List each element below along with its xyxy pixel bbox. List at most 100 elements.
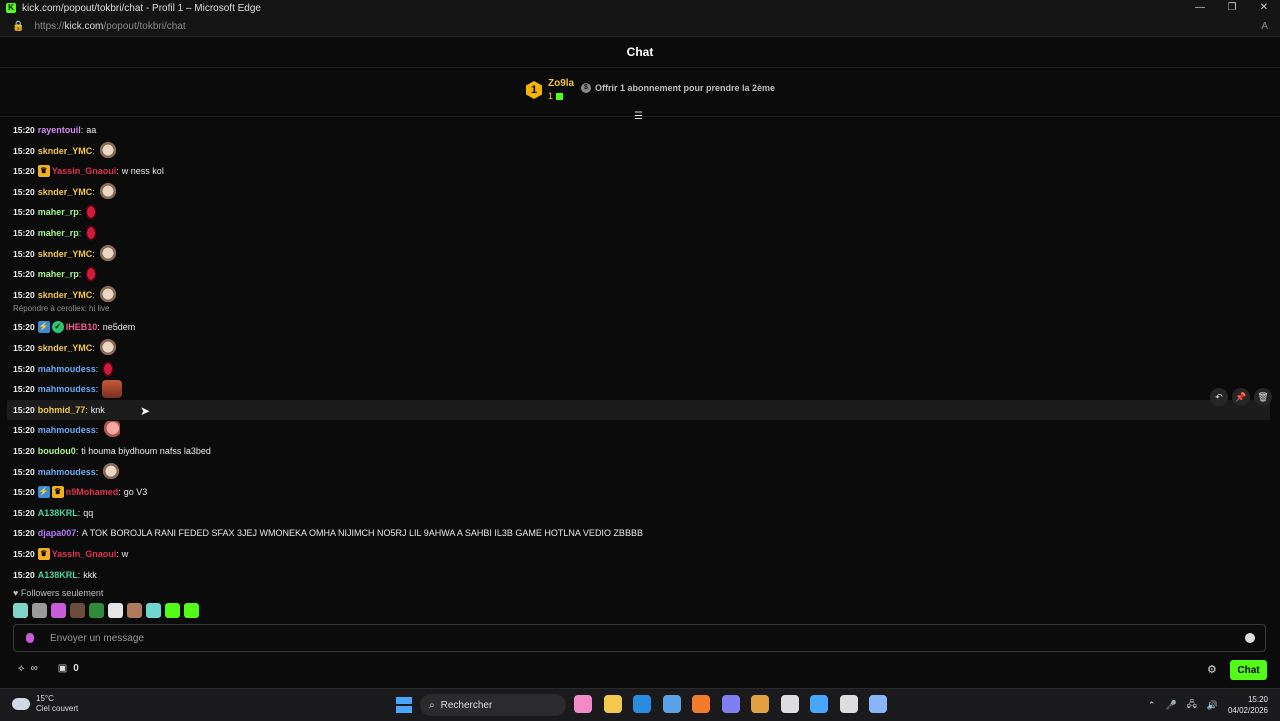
- taskbar-app-icon[interactable]: [574, 695, 592, 713]
- taskbar-app-icon[interactable]: [751, 695, 769, 713]
- recent-emote-icon[interactable]: [184, 603, 199, 618]
- message-username[interactable]: A138KRL: [38, 508, 78, 518]
- chevron-up-icon[interactable]: ⌃: [1148, 700, 1156, 711]
- message-username[interactable]: bohmid_77: [38, 405, 86, 415]
- chat-message[interactable]: 15:20 sknder_YMC:: [0, 141, 1270, 161]
- blue-badge-icon[interactable]: ⚡: [37, 321, 50, 334]
- chat-message[interactable]: 15:20 ♛ Yassin_Gnaoui: w ness kol: [0, 161, 1270, 181]
- message-username[interactable]: n9Mohamed: [66, 487, 119, 497]
- cat-emote-icon[interactable]: [102, 462, 121, 481]
- lock-icon[interactable]: 🔒: [12, 21, 24, 32]
- message-username[interactable]: sknder_YMC: [38, 146, 93, 156]
- recent-emote-icon[interactable]: [89, 603, 104, 618]
- chat-input-box[interactable]: [13, 624, 1266, 652]
- chat-message[interactable]: 15:20 mahmoudess:: [0, 462, 1270, 482]
- system-clock[interactable]: 15:20 04/02/2026: [1228, 694, 1268, 716]
- reply-icon[interactable]: ↶: [1210, 388, 1228, 406]
- microphone-icon[interactable]: [26, 633, 34, 643]
- blue-badge-icon[interactable]: ⚡: [37, 486, 50, 499]
- red-emote-icon[interactable]: [85, 224, 98, 242]
- message-username[interactable]: IHEB10: [66, 322, 98, 332]
- chat-message[interactable]: 15:20 boudou0: ti houma biydhoum nafss la3…: [0, 441, 1270, 461]
- cat-emote-icon[interactable]: [98, 141, 117, 160]
- windows-start-icon[interactable]: [396, 697, 412, 713]
- recent-emote-icon[interactable]: [51, 603, 66, 618]
- read-aloud-icon[interactable]: A: [1261, 21, 1268, 32]
- send-chat-button[interactable]: Chat: [1230, 660, 1267, 680]
- message-username[interactable]: sknder_YMC: [38, 290, 93, 300]
- verified-badge-icon[interactable]: ✓: [51, 321, 64, 334]
- taskbar-app-icon[interactable]: [662, 695, 681, 713]
- red-emote-icon[interactable]: [102, 359, 115, 378]
- message-username[interactable]: maher_rp: [38, 228, 79, 238]
- chat-message[interactable]: 15:20 maher_rp:: [0, 264, 1270, 284]
- top-gifter-name[interactable]: Zo9la: [548, 78, 574, 90]
- taskbar-app-icon[interactable]: [839, 695, 858, 713]
- chat-message[interactable]: 15:20 ⚡ ✓ IHEB10: ne5dem: [0, 317, 1270, 337]
- channel-points-icon[interactable]: ⟡: [18, 663, 25, 674]
- message-username[interactable]: mahmoudess: [38, 425, 96, 435]
- taskbar-app-icon[interactable]: [721, 695, 740, 713]
- chat-message[interactable]: 15:20 mahmoudess:: [0, 359, 1270, 379]
- chat-messages[interactable]: 15:20 rayentouil: aa 15:20 sknder_YMC:15:20 ♛…: [0, 118, 1280, 588]
- crown-badge-icon[interactable]: ♛: [37, 548, 50, 560]
- microphone-tray-icon[interactable]: 🎤: [1165, 700, 1176, 711]
- chat-message[interactable]: 15:20 bohmid_77: knk: [7, 399, 1270, 420]
- message-username[interactable]: djapa007: [38, 528, 77, 538]
- taskbar-app-icon[interactable]: [869, 695, 887, 713]
- chat-message[interactable]: 15:20 maher_rp:: [0, 223, 1270, 243]
- red-emote-icon[interactable]: [85, 265, 98, 284]
- chat-message[interactable]: 15:20 ⚡ ♛ n9Mohamed: go V3: [0, 482, 1270, 502]
- chat-message[interactable]: 15:20 maher_rp:: [0, 202, 1270, 222]
- chat-message[interactable]: 15:20 sknder_YMC:: [0, 182, 1270, 202]
- message-input[interactable]: [48, 631, 1245, 645]
- message-username[interactable]: sknder_YMC: [38, 249, 93, 259]
- url-text[interactable]: https://kick.com/popout/tokbri/chat: [34, 21, 185, 32]
- reply-reference[interactable]: Répondre à cerollex: hi live: [13, 304, 110, 313]
- minimize-button[interactable]: —: [1184, 0, 1216, 16]
- recent-emote-icon[interactable]: [127, 603, 142, 618]
- message-username[interactable]: mahmoudess: [38, 384, 96, 394]
- message-username[interactable]: mahmoudess: [38, 364, 96, 374]
- taskbar-app-icon[interactable]: [692, 695, 710, 713]
- recent-emote-icon[interactable]: [32, 603, 47, 618]
- emoji-picker-icon[interactable]: [1245, 633, 1255, 643]
- message-username[interactable]: A138KRL: [38, 570, 78, 580]
- message-username[interactable]: Yassin_Gnaoui: [52, 549, 117, 559]
- message-username[interactable]: mahmoudess: [38, 467, 96, 477]
- red-emote-icon[interactable]: [85, 203, 98, 222]
- message-username[interactable]: Yassin_Gnaoui: [52, 166, 117, 176]
- chat-message[interactable]: 15:20 A138KRL: kkk: [0, 565, 1270, 585]
- crown-badge-icon[interactable]: ♛: [37, 165, 50, 178]
- weather-widget[interactable]: 15°C Ciel couvert: [12, 694, 78, 714]
- close-window-button[interactable]: ✕: [1248, 0, 1280, 16]
- taskbar-app-icon[interactable]: [633, 695, 651, 713]
- cat-emote-icon[interactable]: [98, 244, 117, 263]
- address-bar[interactable]: 🔒 https://kick.com/popout/tokbri/chat A: [0, 16, 1280, 37]
- chat-message[interactable]: 15:20 sknder_YMC:: [0, 244, 1270, 264]
- gift-offer[interactable]: $ Offrir 1 abonnement pour prendre la 2è…: [581, 83, 775, 93]
- message-username[interactable]: boudou0: [38, 446, 76, 456]
- network-icon[interactable]: 🖧: [1187, 697, 1197, 713]
- top-gifter[interactable]: 1 Zo9la 1: [526, 78, 574, 102]
- recent-emote-icon[interactable]: [146, 603, 161, 618]
- volume-icon[interactable]: 🔊: [1207, 700, 1218, 711]
- chat-message[interactable]: 15:20 mahmoudess:: [0, 379, 1270, 399]
- gift-box-icon[interactable]: ▣: [58, 663, 67, 674]
- cat-emote-icon[interactable]: [98, 182, 117, 201]
- message-username[interactable]: rayentouil: [38, 125, 81, 135]
- chat-message[interactable]: 15:20 sknder_YMC:: [0, 338, 1270, 358]
- delete-icon[interactable]: 🗑: [1254, 388, 1272, 406]
- cat-emote-icon[interactable]: [98, 339, 117, 357]
- taskbar-app-icon[interactable]: [603, 695, 622, 713]
- chat-message[interactable]: 15:20 mahmoudess:: [0, 420, 1270, 440]
- recent-emote-icon[interactable]: [13, 603, 28, 618]
- pin-icon[interactable]: 📌: [1232, 388, 1250, 406]
- message-username[interactable]: maher_rp: [38, 269, 79, 279]
- chat-message[interactable]: 15:20 djapa007: A TOK BOROJLA RANI FEDED S…: [0, 523, 1270, 543]
- hand-emote-icon[interactable]: [102, 421, 121, 440]
- chat-message[interactable]: 15:20 A138KRL: qq: [0, 503, 1270, 523]
- recent-emote-icon[interactable]: [70, 603, 85, 618]
- taskbar-search[interactable]: ⌕ Rechercher: [420, 694, 566, 716]
- message-username[interactable]: maher_rp: [38, 207, 79, 217]
